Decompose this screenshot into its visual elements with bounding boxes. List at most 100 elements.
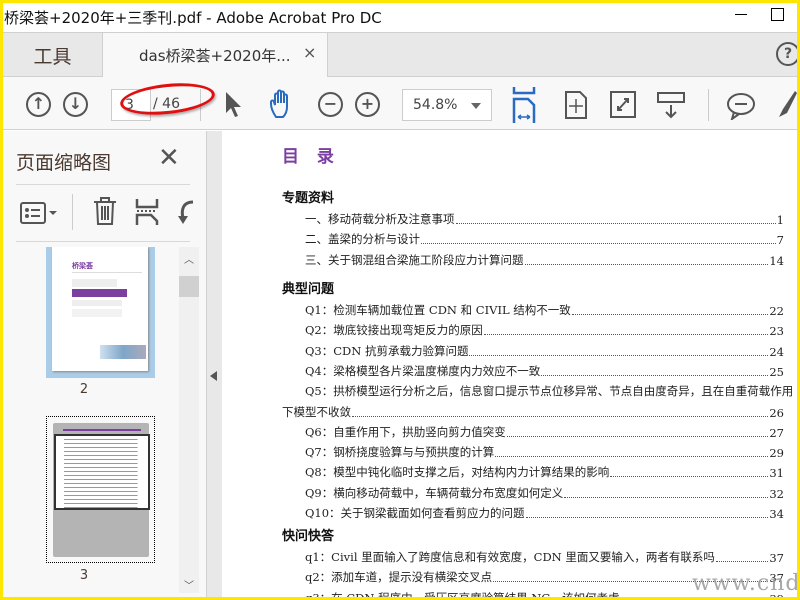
toc-entry[interactable]: Q3：CDN 抗剪承载力验算问题 24 (305, 343, 784, 359)
thumbnail-label: 3 (79, 568, 89, 583)
leader-dots (352, 415, 769, 417)
thumbnail-page-3[interactable] (46, 416, 155, 563)
toc-entry-text: Q2：墩底铰接出现弯矩反力的原因 (305, 323, 483, 338)
thumb-line (72, 272, 142, 273)
thumb-heading: 桥梁荟 (72, 262, 93, 270)
divider (16, 184, 190, 185)
maximize-button[interactable] (761, 3, 797, 32)
toc-entry[interactable]: 三、关于钢混组合梁施工阶段应力计算问题 14 (305, 252, 784, 268)
full-screen-icon[interactable] (610, 91, 636, 118)
close-panel-icon[interactable]: ✕ (158, 143, 180, 173)
comment-icon[interactable] (726, 92, 756, 120)
previous-page-icon[interactable]: ↑ (26, 92, 51, 117)
toc-entry-page: 14 (769, 253, 784, 268)
toolbar: ↑ ↓ 3 / 46 − + 54.8% (3, 77, 797, 130)
toc-entry[interactable]: 一、移动荷载分析及注意事项 1 (305, 211, 784, 227)
tab-bar: 工具 das桥梁荟+2020年... × ? (3, 32, 797, 77)
thumb-block (72, 300, 122, 306)
zoom-out-icon[interactable]: − (318, 92, 343, 117)
toc-entry-page: 29 (769, 446, 784, 461)
thumb-purple-band (72, 289, 127, 297)
toc-entry-page: 32 (769, 486, 784, 501)
thumbnail-page-2[interactable]: 桥梁荟 (46, 247, 155, 378)
toc-entry[interactable]: Q2：墩底铰接出现弯矩反力的原因 23 (305, 322, 784, 338)
toc-entry-page: 26 (769, 405, 784, 420)
toc-entry[interactable]: Q1：检测车辆加载位置 CDN 和 CIVIL 结构不一致 22 (305, 302, 784, 318)
zoom-level-select[interactable]: 54.8% (402, 89, 492, 121)
highlight-pen-icon[interactable] (775, 89, 797, 121)
zoom-in-icon[interactable]: + (355, 92, 380, 117)
toc-entry-text: Q5：拱桥模型运行分析之后，信息窗口提示节点位移异常、节点自由度奇异，且在自重荷… (305, 384, 794, 399)
close-tab-icon[interactable]: × (303, 43, 316, 62)
toc-title: 目 录 (282, 147, 340, 167)
panel-splitter[interactable] (206, 131, 222, 597)
toc-entry-text: Q7：钢桥挠度验算与与预拱度的计算 (305, 445, 495, 460)
toc-entry[interactable]: Q6：自重作用下，拱肋竖向剪力值突变 27 (305, 424, 784, 440)
toc-entry[interactable]: 二、盖梁的分析与设计 7 (305, 231, 784, 247)
toc-entry[interactable]: Q7：钢桥挠度验算与与预拱度的计算 29 (305, 444, 784, 460)
collapse-panel-icon[interactable] (210, 371, 217, 381)
window-title: 桥梁荟+2020年+三季刊.pdf - Adobe Acrobat Pro DC (4, 9, 382, 27)
toc-entry-page: 31 (769, 466, 784, 481)
toc-entry-text: 二、盖梁的分析与设计 (305, 232, 420, 247)
leader-dots (571, 314, 769, 315)
viewport-indicator[interactable] (54, 434, 150, 510)
tab-tools[interactable]: 工具 (3, 33, 102, 77)
fit-page-icon[interactable] (564, 90, 588, 120)
red-ellipse-annotation (118, 79, 217, 119)
toc-entry-page: 7 (776, 233, 784, 248)
toc-entry[interactable]: Q5：拱桥模型运行分析之后，信息窗口提示节点位移异常、节点自由度奇异，且在自重荷… (305, 383, 793, 399)
leader-dots (506, 435, 769, 437)
toc-section-heading: 快问快答 (282, 529, 335, 544)
leader-dots (421, 243, 776, 245)
select-cursor-icon[interactable] (224, 91, 244, 119)
toc-entry-page: 25 (769, 364, 784, 379)
scrollbar-thumb[interactable] (179, 276, 199, 297)
toc-entry[interactable]: 下模型不收敛 26 (282, 404, 784, 420)
delete-page-icon[interactable] (92, 196, 118, 226)
divider (72, 194, 73, 230)
rotate-page-icon[interactable] (175, 198, 195, 226)
scroll-mode-icon[interactable] (656, 91, 686, 119)
thumbnail-scrollbar[interactable]: ︿ ﹀ (179, 247, 199, 593)
toc-entry-text: Q10：关于钢梁截面如何查看剪应力的问题 (305, 506, 525, 520)
next-page-icon[interactable]: ↓ (63, 92, 88, 117)
panel-title: 页面缩略图 (16, 152, 112, 174)
toc-entry-page: 22 (769, 304, 784, 318)
toc-entry-text: 一、移动荷载分析及注意事项 (305, 212, 455, 226)
thumb-block (72, 309, 122, 317)
thumb-block (72, 279, 117, 287)
leader-dots (495, 456, 769, 458)
toc-entry-text: Q1：检测车辆加载位置 CDN 和 CIVIL 结构不一致 (305, 303, 571, 317)
toc-entry-text: q2：添加车道，提示没有横梁交叉点 (305, 570, 493, 585)
insert-page-icon[interactable] (135, 198, 159, 226)
thumbnail-list: 桥梁荟 2 3 (7, 247, 179, 593)
hand-tool-icon[interactable] (268, 89, 298, 121)
help-icon[interactable]: ? (776, 42, 797, 66)
toc-entry[interactable]: Q4：梁格模型各片梁温度梯度内力效应不一致 25 (305, 363, 784, 379)
page-3-preview (53, 423, 150, 557)
toc-entry-page: 37 (769, 551, 784, 565)
leader-dots (469, 354, 769, 356)
toc-entry[interactable]: q1：Civil 里面输入了跨度信息和有效宽度，CDN 里面又要输入，两者有联系… (305, 549, 784, 565)
fit-width-icon[interactable] (511, 87, 537, 123)
leader-dots (541, 374, 769, 376)
toc-entry-page: 23 (769, 324, 784, 339)
document-view[interactable]: 目 录 专题资料 一、移动荷载分析及注意事项 1 二、盖梁的分析与设计 7 三、关于钢混组… (222, 131, 797, 597)
toc-entry[interactable]: Q9：横向移动荷载中，车辆荷载分布宽度如何定义 32 (305, 485, 784, 501)
toc-entry-text: Q9：横向移动荷载中，车辆荷载分布宽度如何定义 (305, 485, 564, 500)
toc-entry[interactable]: Q8：模型中钝化临时支撑之后，对结构内力计算结果的影响 31 (305, 464, 784, 480)
scroll-down-icon[interactable]: ﹀ (184, 577, 194, 592)
toc-entry-text: Q8：模型中钝化临时支撑之后，对结构内力计算结果的影响 (305, 465, 610, 480)
tab-document[interactable]: das桥梁荟+2020年... × (102, 33, 328, 77)
scroll-up-icon[interactable]: ︿ (184, 251, 194, 266)
toc-entry[interactable]: Q10：关于钢梁截面如何查看剪应力的问题 34 (305, 505, 784, 521)
title-bar: 桥梁荟+2020年+三季刊.pdf - Adobe Acrobat Pro DC (3, 3, 797, 32)
tab-document-label: das桥梁荟+2020年... (139, 47, 291, 65)
leader-dots (483, 334, 769, 336)
minimize-button[interactable] (723, 3, 761, 32)
toc-entry-text: Q6：自重作用下，拱肋竖向剪力值突变 (305, 424, 506, 439)
thumbnail-options-icon[interactable] (20, 201, 60, 225)
chevron-down-icon (471, 103, 481, 114)
thumb-images (100, 345, 146, 359)
